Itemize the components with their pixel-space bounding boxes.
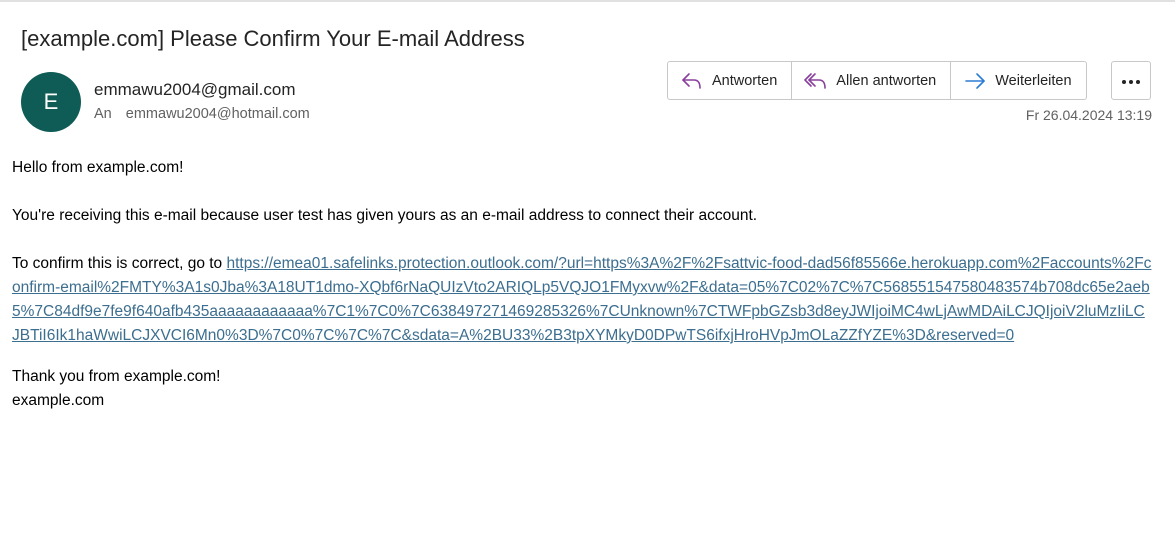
reply-all-label: Allen antworten — [836, 72, 937, 89]
sender-address[interactable]: emmawu2004@gmail.com — [94, 80, 296, 100]
email-body: Hello from example.com! You're receiving… — [12, 156, 1152, 413]
forward-button[interactable]: Weiterleiten — [951, 62, 1085, 99]
message-actions: Antworten Allen antworten Weiterleiten — [667, 61, 1087, 100]
sent-date: Fr 26.04.2024 13:19 — [1025, 107, 1152, 123]
top-divider — [0, 0, 1175, 2]
more-icon — [1121, 72, 1141, 90]
avatar-initial: E — [43, 89, 59, 114]
reply-all-icon — [804, 69, 828, 93]
greeting-text: Hello from example.com! — [12, 159, 184, 176]
reply-button[interactable]: Antworten — [668, 62, 793, 99]
reply-icon — [680, 69, 704, 93]
reply-all-button[interactable]: Allen antworten — [792, 62, 952, 99]
recipient-line: An emmawu2004@hotmail.com — [94, 106, 310, 122]
confirm-prefix: To confirm this is correct, go to — [12, 255, 227, 272]
thanks-text: Thank you from example.com! — [12, 368, 221, 385]
more-actions-button[interactable] — [1111, 61, 1151, 100]
forward-label: Weiterleiten — [995, 72, 1072, 89]
body-paragraph: You're receiving this e-mail because use… — [12, 207, 758, 224]
forward-icon — [963, 69, 987, 93]
reply-label: Antworten — [712, 72, 778, 89]
confirm-paragraph: To confirm this is correct, go to https:… — [12, 252, 1152, 348]
to-label: An — [94, 106, 112, 122]
sender-avatar[interactable]: E — [21, 72, 81, 132]
signature-text: example.com — [12, 392, 105, 409]
email-subject: [example.com] Please Confirm Your E-mail… — [21, 26, 525, 51]
recipient-address[interactable]: emmawu2004@hotmail.com — [126, 106, 310, 122]
